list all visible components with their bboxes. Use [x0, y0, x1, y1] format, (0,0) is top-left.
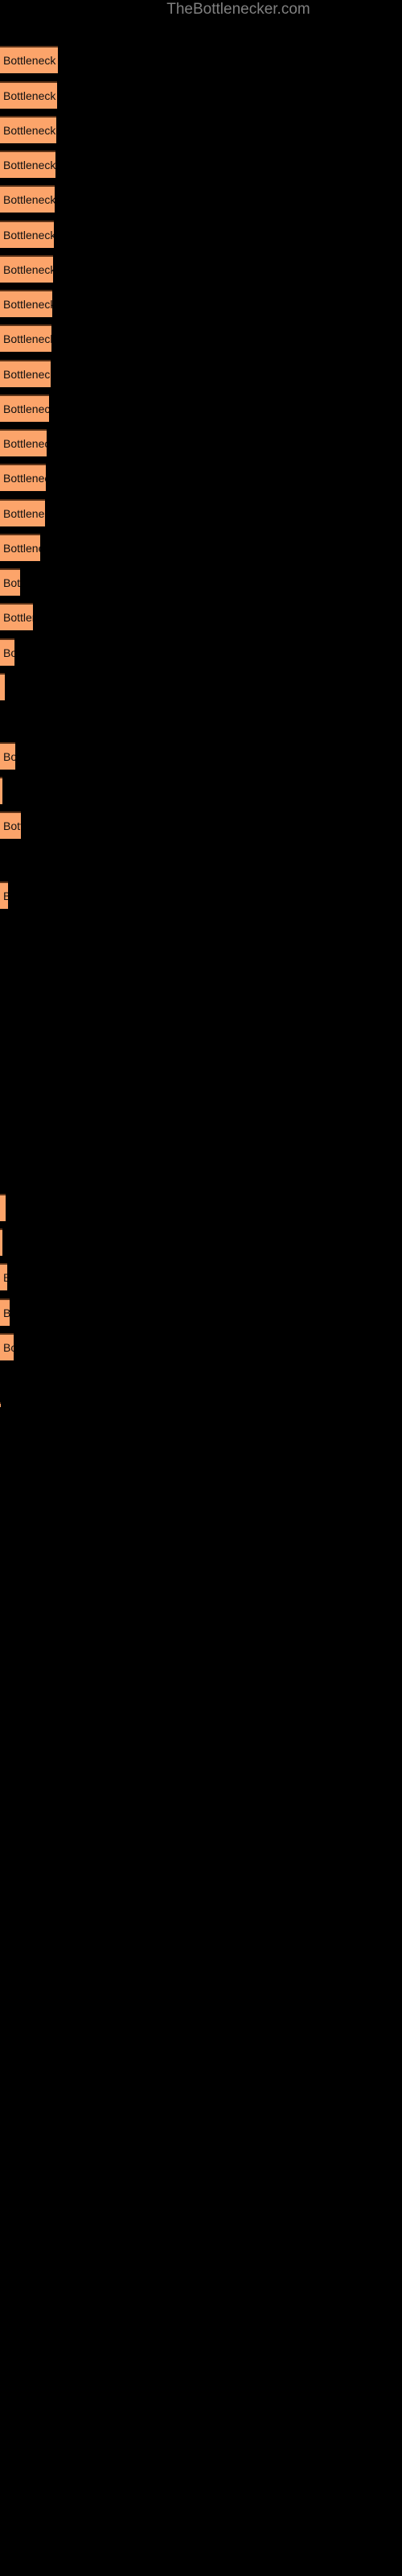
bar-label: Bottleneck result [3, 542, 40, 555]
bar-6[interactable]: Bottleneck result [0, 221, 54, 248]
bar-22[interactable]: Bottleneck result [0, 811, 21, 839]
bar-label: Bottleneck result [3, 819, 21, 832]
bar-label: Bottleneck result [3, 263, 53, 276]
bar-label: Bottleneck result [3, 437, 47, 450]
bar-26[interactable]: Bottleneck result [0, 1263, 7, 1290]
bar-17[interactable]: Bottleneck result [0, 603, 33, 630]
bar-13[interactable]: Bottleneck result [0, 464, 46, 491]
bar-label: Bottleneck result [3, 472, 46, 485]
bar-label: Bottleneck result [3, 576, 20, 589]
bar-label: Bottleneck result [3, 402, 49, 415]
bar-21[interactable]: Bottleneck result [0, 777, 2, 804]
bar-label: Bottleneck result [3, 750, 15, 763]
bar-label: Bottleneck result [3, 611, 33, 624]
bar-label: Bottleneck result [3, 890, 8, 902]
bar-label: Bottleneck result [3, 1341, 14, 1354]
bar-15[interactable]: Bottleneck result [0, 534, 40, 561]
bar-label: Bottleneck result [3, 332, 51, 345]
bar-8[interactable]: Bottleneck result [0, 290, 52, 317]
bar-label: Bottleneck result [3, 89, 57, 102]
bar-18[interactable]: Bottleneck result [0, 638, 14, 666]
bar-16[interactable]: Bottleneck result [0, 568, 20, 596]
bar-label: Bottleneck result [3, 1271, 7, 1284]
bar-29[interactable]: Bottleneck result [0, 1402, 1, 1407]
bar-14[interactable]: Bottleneck result [0, 499, 45, 526]
bar-label: Bottleneck result [3, 229, 54, 242]
bar-9[interactable]: Bottleneck result [0, 324, 51, 352]
bar-10[interactable]: Bottleneck result [0, 360, 51, 387]
bar-5[interactable]: Bottleneck result [0, 185, 55, 213]
bar-label: Bottleneck result [3, 124, 56, 137]
bar-1[interactable]: Bottleneck result [0, 46, 58, 73]
bar-label: Bottleneck result [3, 507, 45, 520]
bar-label: Bottleneck result [3, 1307, 10, 1319]
bar-12[interactable]: Bottleneck result [0, 429, 47, 456]
bottleneck-bar-chart: Bottleneck result Bottleneck result Bottle… [0, 0, 402, 2576]
bar-2[interactable]: Bottleneck result [0, 81, 57, 109]
bar-24[interactable]: Bottleneck result [0, 1194, 6, 1221]
bar-25[interactable]: Bottleneck result [0, 1228, 2, 1256]
bar-3[interactable]: Bottleneck result [0, 116, 56, 143]
bar-23[interactable]: Bottleneck result [0, 881, 8, 909]
bar-label: Bottleneck result [3, 298, 52, 311]
bar-28[interactable]: Bottleneck result [0, 1333, 14, 1360]
bar-label: Bottleneck result [3, 193, 55, 206]
bar-20[interactable]: Bottleneck result [0, 742, 15, 770]
bar-7[interactable]: Bottleneck result [0, 255, 53, 283]
bar-label: Bottleneck result [3, 646, 14, 659]
bar-label: Bottleneck result [3, 368, 51, 381]
bar-4[interactable]: Bottleneck result [0, 151, 55, 178]
bar-27[interactable]: Bottleneck result [0, 1298, 10, 1326]
bar-11[interactable]: Bottleneck result [0, 394, 49, 422]
bar-19[interactable]: Bottleneck result [0, 673, 5, 700]
bar-label: Bottleneck result [3, 54, 58, 67]
bar-label: Bottleneck result [3, 159, 55, 171]
